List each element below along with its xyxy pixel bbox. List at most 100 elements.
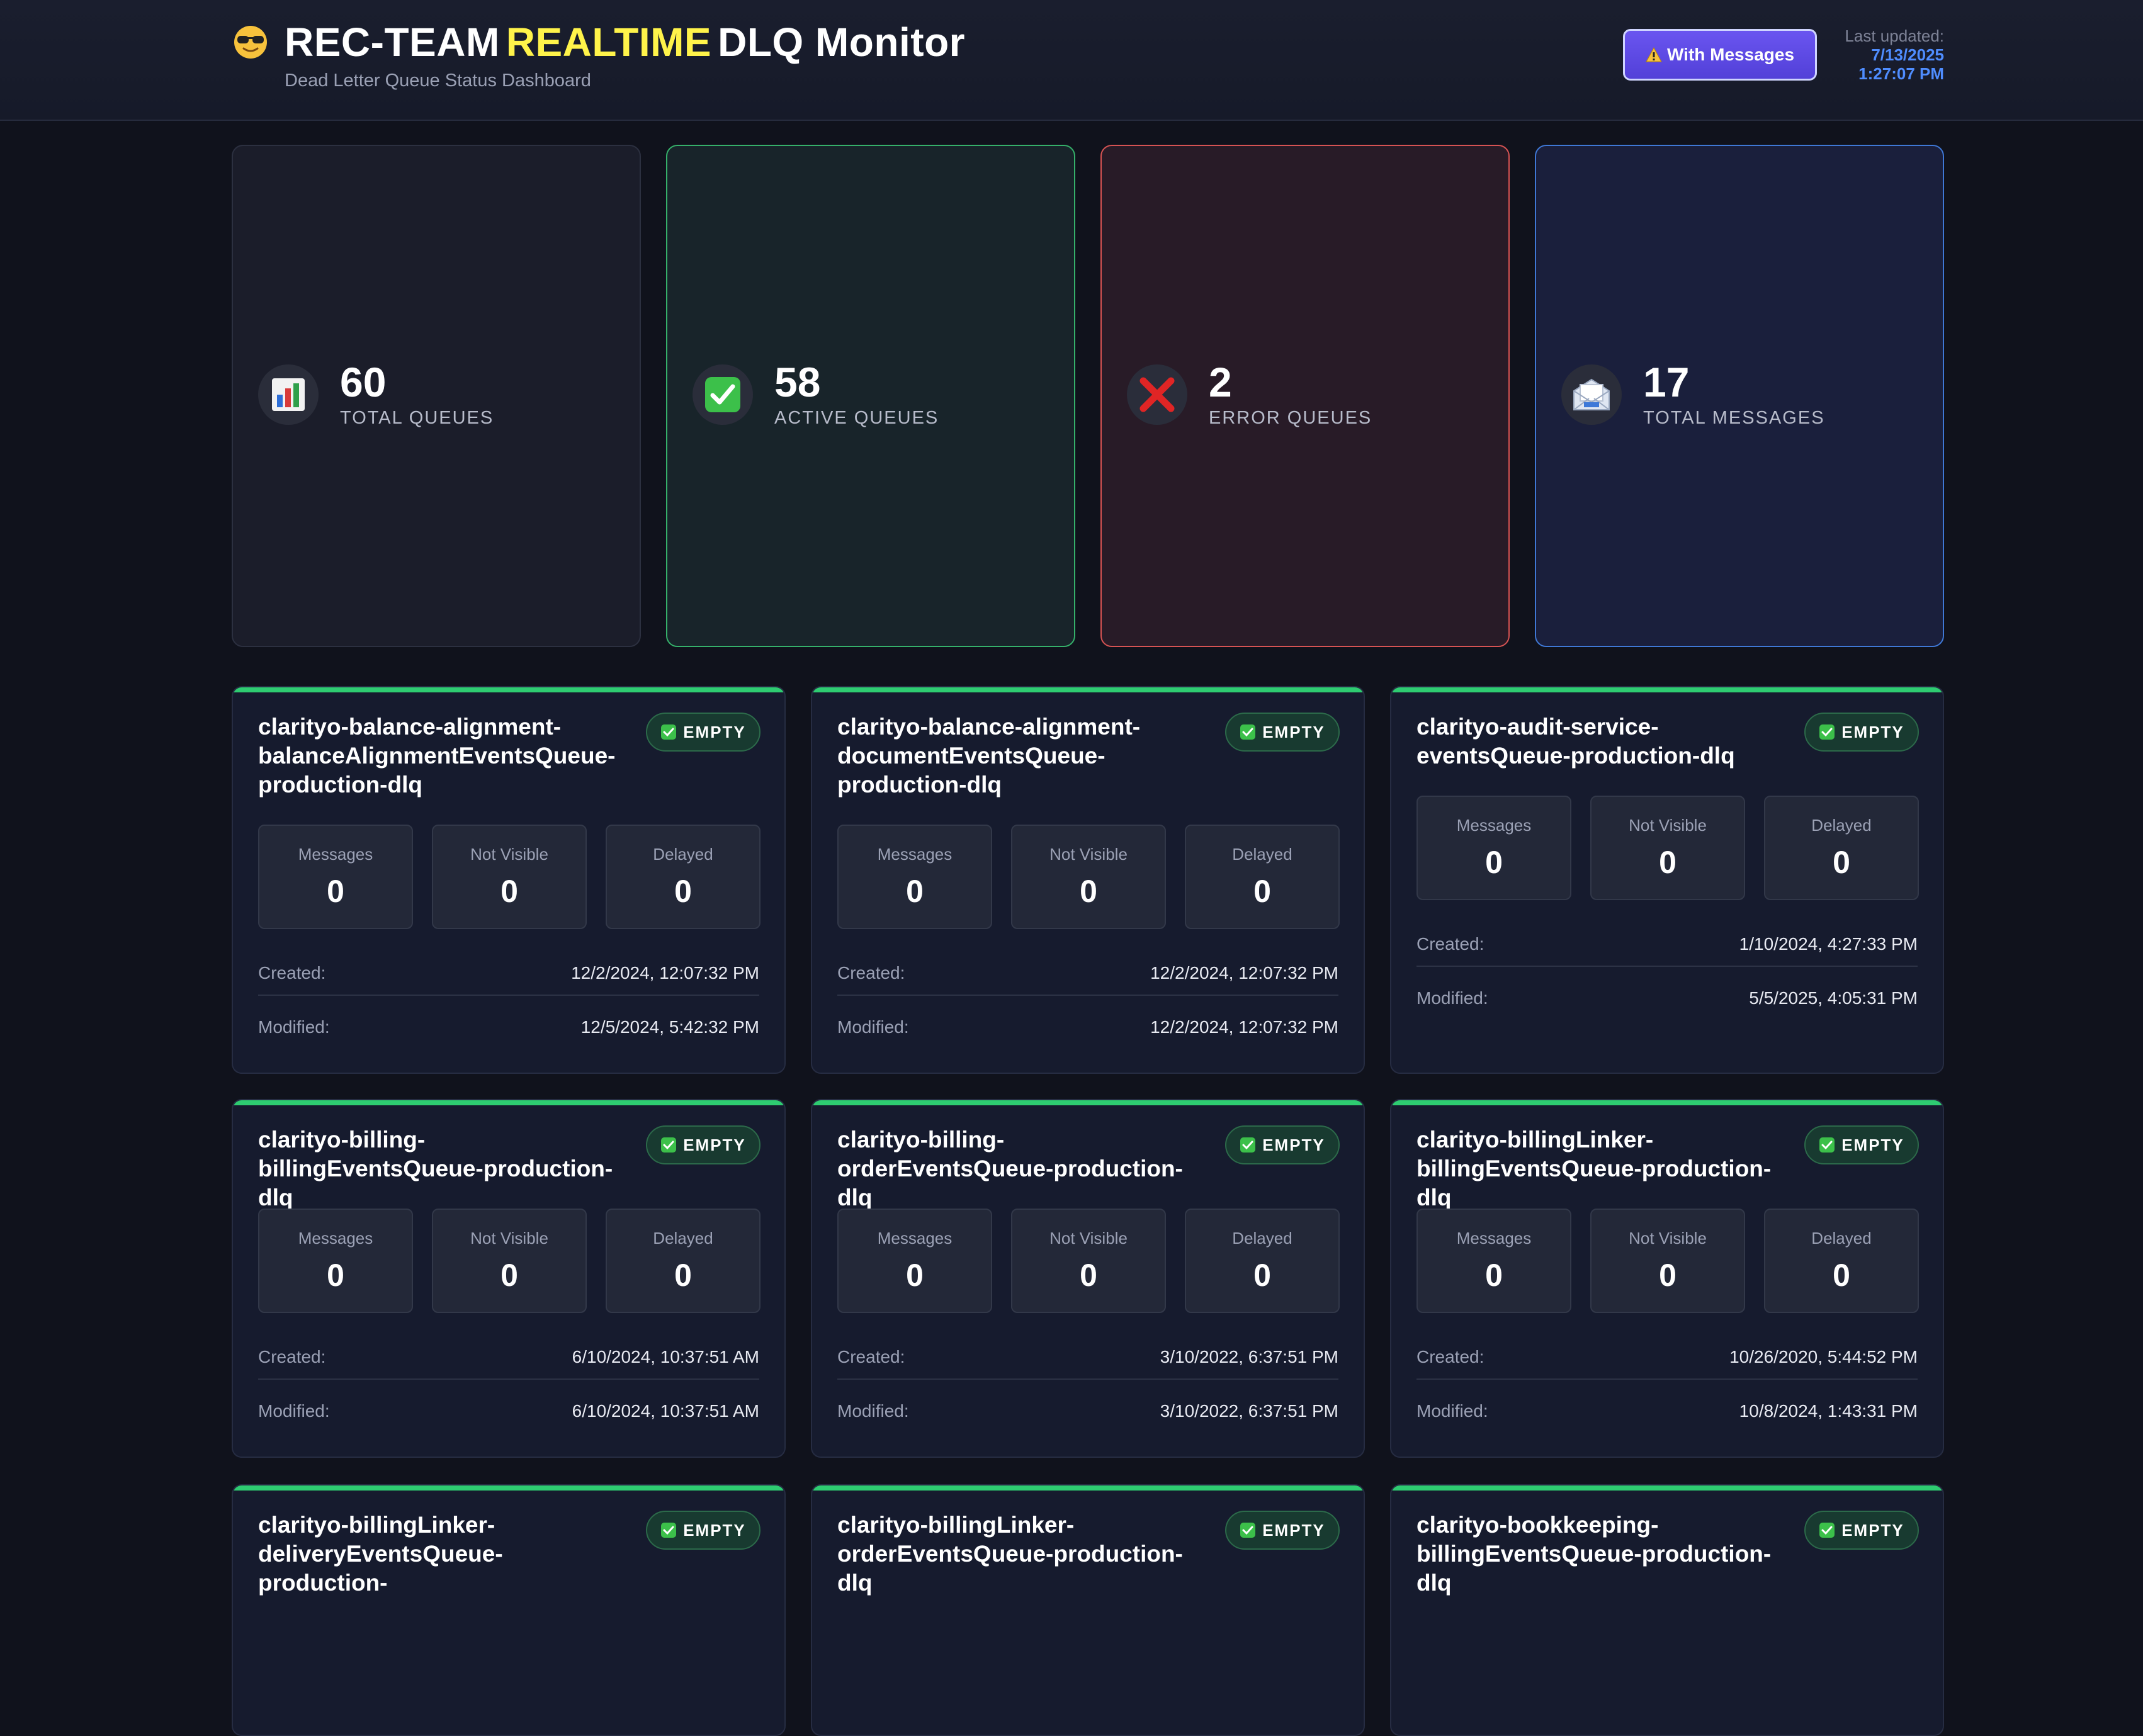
- metric-delayed: Delayed 0: [1185, 825, 1340, 929]
- modified-value: 3/10/2022, 6:37:51 PM: [1160, 1401, 1338, 1421]
- divider: [1416, 966, 1918, 967]
- header: REC-TEAM REALTIME DLQ Monitor Dead Letter …: [0, 0, 2143, 121]
- divider: [258, 1378, 759, 1380]
- status-badge: EMPTY: [1804, 713, 1919, 752]
- modified-label: Modified:: [837, 1017, 909, 1037]
- queue-card[interactable]: clarityo-billingLinker-orderEventsQueue-…: [811, 1484, 1365, 1736]
- created-label: Created:: [837, 963, 905, 983]
- queue-card[interactable]: clarityo-billingLinker-deliveryEventsQue…: [232, 1484, 786, 1736]
- bar-chart-icon: [258, 364, 319, 425]
- queue-card[interactable]: clarityo-balance-alignment-documentEvent…: [811, 686, 1365, 1074]
- page-subtitle: Dead Letter Queue Status Dashboard: [285, 70, 591, 91]
- metric-label: Delayed: [1811, 1228, 1872, 1248]
- metric-messages: Messages 0: [837, 825, 992, 929]
- queue-card[interactable]: clarityo-audit-service-eventsQueue-produ…: [1390, 686, 1944, 1074]
- metric-value: 0: [500, 1257, 518, 1293]
- status-badge-label: EMPTY: [1262, 1520, 1325, 1540]
- queue-metrics: Messages 0 Not Visible 0 Delayed 0: [258, 825, 761, 929]
- metric-value: 0: [1485, 1257, 1503, 1293]
- metric-delayed: Delayed 0: [606, 1209, 761, 1313]
- created-row: Created: 12/2/2024, 12:07:32 PM: [258, 961, 759, 986]
- with-messages-label: With Messages: [1666, 45, 1795, 64]
- check-icon: [1240, 1523, 1256, 1538]
- last-updated: Last updated: 7/13/2025 1:27:07 PM: [1845, 26, 1944, 83]
- queue-card[interactable]: clarityo-billingLinker-billingEventsQueu…: [1390, 1099, 1944, 1458]
- metric-label: Not Visible: [470, 844, 548, 864]
- last-updated-date: 7/13/2025: [1871, 45, 1944, 64]
- metric-value: 0: [1253, 873, 1271, 909]
- metric-value: 0: [327, 873, 344, 909]
- modified-row: Modified: 12/2/2024, 12:07:32 PM: [837, 1015, 1338, 1040]
- created-value: 1/10/2024, 4:27:33 PM: [1739, 934, 1918, 954]
- queue-name: clarityo-billing-orderEventsQueue-produc…: [837, 1127, 1183, 1210]
- queue-card[interactable]: clarityo-bookkeeping-billingEventsQueue-…: [1390, 1484, 1944, 1736]
- modified-label: Modified:: [1416, 988, 1488, 1008]
- with-messages-button[interactable]: With Messages: [1623, 29, 1817, 81]
- status-badge-label: EMPTY: [683, 722, 746, 741]
- queue-card[interactable]: clarityo-billing-billingEventsQueue-prod…: [232, 1099, 786, 1458]
- status-badge: EMPTY: [1225, 713, 1340, 752]
- queue-card[interactable]: clarityo-balance-alignment-balanceAlignm…: [232, 686, 786, 1074]
- created-label: Created:: [258, 963, 326, 983]
- queue-metrics: Messages 0 Not Visible 0 Delayed 0: [837, 825, 1340, 929]
- metric-value: 0: [1253, 1257, 1271, 1293]
- metric-label: Not Visible: [1629, 815, 1707, 835]
- modified-label: Modified:: [258, 1401, 330, 1421]
- metric-messages: Messages 0: [1416, 796, 1571, 900]
- modified-value: 6/10/2024, 10:37:51 AM: [572, 1401, 759, 1421]
- modified-row: Modified: 10/8/2024, 1:43:31 PM: [1416, 1399, 1918, 1424]
- modified-row: Modified: 3/10/2022, 6:37:51 PM: [837, 1399, 1338, 1424]
- envelope-icon: [1561, 364, 1622, 425]
- metric-label: Not Visible: [1049, 1228, 1128, 1248]
- check-icon: [1240, 1137, 1256, 1153]
- title-prefix: REC-TEAM: [285, 20, 500, 65]
- divider: [837, 1378, 1338, 1380]
- check-icon: [693, 364, 753, 425]
- warning-icon: [1646, 47, 1662, 62]
- metric-value: 0: [906, 1257, 924, 1293]
- divider: [837, 995, 1338, 996]
- metric-value: 0: [500, 873, 518, 909]
- created-label: Created:: [258, 1347, 326, 1367]
- metric-not-visible: Not Visible 0: [1590, 1209, 1745, 1313]
- modified-label: Modified:: [837, 1401, 909, 1421]
- modified-row: Modified: 12/5/2024, 5:42:32 PM: [258, 1015, 759, 1040]
- queue-name: clarityo-balance-alignment-balanceAlignm…: [258, 714, 616, 798]
- stat-card-error-queues: 2 ERROR QUEUES: [1100, 145, 1510, 647]
- queue-card[interactable]: clarityo-billing-orderEventsQueue-produc…: [811, 1099, 1365, 1458]
- status-badge: EMPTY: [1804, 1511, 1919, 1550]
- metric-value: 0: [1659, 1257, 1677, 1293]
- metric-label: Delayed: [1811, 815, 1872, 835]
- modified-value: 10/8/2024, 1:43:31 PM: [1739, 1401, 1918, 1421]
- check-icon: [661, 1523, 677, 1538]
- metric-delayed: Delayed 0: [1764, 1209, 1919, 1313]
- queue-name: clarityo-billing-billingEventsQueue-prod…: [258, 1127, 613, 1210]
- metric-not-visible: Not Visible 0: [432, 825, 587, 929]
- metric-label: Delayed: [653, 844, 713, 864]
- queue-metrics: Messages 0 Not Visible 0 Delayed 0: [258, 1209, 761, 1313]
- metric-messages: Messages 0: [258, 825, 413, 929]
- stat-label-total-queues: TOTAL QUEUES: [340, 408, 494, 428]
- cross-icon: [1127, 364, 1187, 425]
- queue-name: clarityo-audit-service-eventsQueue-produ…: [1416, 714, 1735, 769]
- queue-name: clarityo-bookkeeping-billingEventsQueue-…: [1416, 1512, 1772, 1596]
- metric-not-visible: Not Visible 0: [1011, 1209, 1166, 1313]
- created-row: Created: 6/10/2024, 10:37:51 AM: [258, 1344, 759, 1370]
- metric-messages: Messages 0: [1416, 1209, 1571, 1313]
- check-icon: [1819, 724, 1835, 740]
- status-badge-label: EMPTY: [1841, 722, 1904, 741]
- queue-name: clarityo-billingLinker-orderEventsQueue-…: [837, 1512, 1183, 1596]
- created-label: Created:: [1416, 1347, 1484, 1367]
- stat-value-total-queues: 60: [340, 359, 387, 405]
- modified-row: Modified: 6/10/2024, 10:37:51 AM: [258, 1399, 759, 1424]
- status-badge-label: EMPTY: [1262, 1135, 1325, 1154]
- status-badge-label: EMPTY: [1841, 1135, 1904, 1154]
- divider: [1416, 1378, 1918, 1380]
- metric-label: Not Visible: [1629, 1228, 1707, 1248]
- last-updated-label: Last updated:: [1845, 26, 1944, 45]
- status-badge: EMPTY: [1225, 1125, 1340, 1164]
- metric-value: 0: [906, 873, 924, 909]
- metric-label: Delayed: [653, 1228, 713, 1248]
- title-suffix: DLQ Monitor: [718, 20, 966, 65]
- metric-messages: Messages 0: [837, 1209, 992, 1313]
